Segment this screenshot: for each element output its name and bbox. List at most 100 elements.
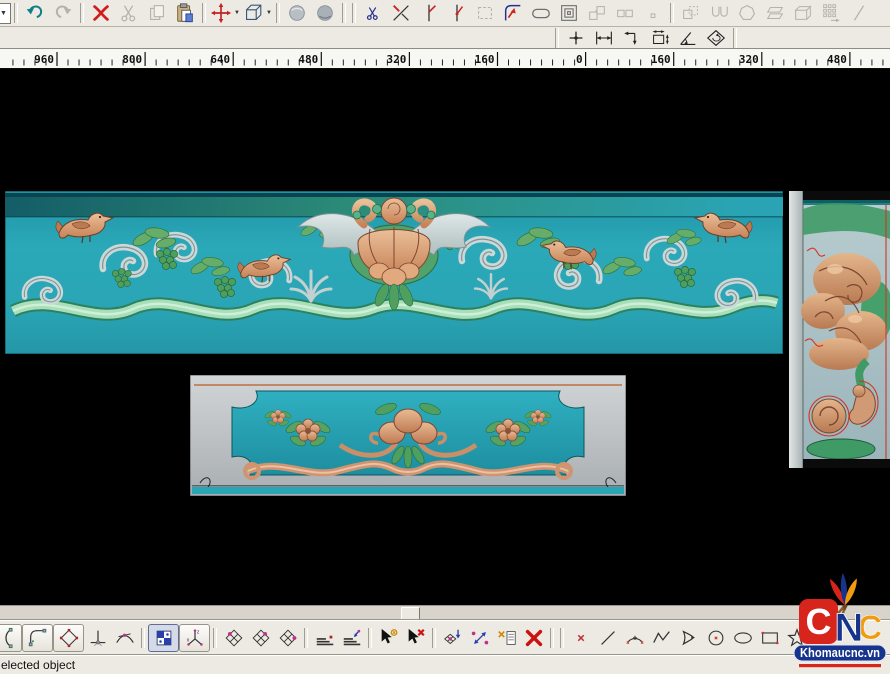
facet-dot-right-icon — [277, 627, 299, 649]
facet-arrow-down-button[interactable] — [439, 624, 466, 652]
concentric-squares-button[interactable] — [555, 2, 583, 24]
pick-list-button[interactable] — [493, 624, 520, 652]
trim-cross-button[interactable] — [387, 2, 415, 24]
facet-dot-tl-button[interactable] — [220, 624, 247, 652]
toolbar-separator — [550, 628, 554, 648]
layer-arrow-button[interactable] — [338, 624, 365, 652]
draw-curve-button[interactable] — [675, 624, 702, 652]
polygon-7-icon — [736, 2, 758, 24]
arc-segment-button[interactable] — [0, 624, 22, 652]
toolbar-separator — [141, 628, 145, 648]
toolbar-separator — [555, 28, 559, 48]
toolbar-bottom: zx — [0, 620, 890, 655]
mirror-pair-button[interactable] — [705, 2, 733, 24]
copy-pages-button[interactable] — [143, 2, 171, 24]
paste-clipboard-button[interactable] — [171, 2, 199, 24]
view-cube-button[interactable]: ▼ — [241, 2, 273, 24]
checker-grid-button[interactable] — [148, 624, 179, 652]
dims-rect-button[interactable] — [646, 27, 674, 49]
tangent-point-button[interactable] — [111, 624, 138, 652]
facet-dot-tr-button[interactable] — [247, 624, 274, 652]
rotate-diamond-button[interactable] — [702, 27, 730, 49]
copy-pages-icon — [146, 2, 168, 24]
draw-point-icon — [570, 627, 592, 649]
undo-button[interactable] — [21, 2, 49, 24]
corner-nodes-icon — [27, 627, 49, 649]
oblong-icon — [530, 2, 552, 24]
fillet-corner-button[interactable] — [499, 2, 527, 24]
toolbar-separator — [213, 628, 217, 648]
scissors-mini-button[interactable] — [359, 2, 387, 24]
draw-curve-icon — [678, 627, 700, 649]
square-dot-button[interactable] — [639, 2, 667, 24]
redo-icon — [52, 2, 74, 24]
transform-move-button[interactable]: ▼ — [209, 2, 241, 24]
split-line-dot-button[interactable] — [443, 2, 471, 24]
draw-ellipse-button[interactable] — [729, 624, 756, 652]
corner-nodes-button[interactable] — [22, 624, 53, 652]
array-grid-button[interactable] — [817, 2, 845, 24]
sphere-dark-button[interactable] — [311, 2, 339, 24]
box-3d-button[interactable] — [789, 2, 817, 24]
group-squares-button[interactable] — [583, 2, 611, 24]
design-canvas[interactable] — [0, 69, 890, 605]
relief-render-zoom-detail[interactable] — [789, 191, 890, 468]
layer-base-icon — [314, 627, 336, 649]
svg-text:160: 160 — [475, 53, 495, 66]
facet-dot-right-button[interactable] — [274, 624, 301, 652]
pick-list-icon — [496, 627, 518, 649]
redo-button[interactable] — [49, 2, 77, 24]
combo-box-partial[interactable]: ▼ — [0, 3, 11, 24]
parallelograms-button[interactable] — [761, 2, 789, 24]
cursor-node-icon — [378, 627, 400, 649]
draw-line-button[interactable] — [594, 624, 621, 652]
axes-xz-button[interactable]: zx — [179, 624, 210, 652]
dist-path-button[interactable] — [618, 27, 646, 49]
draw-point-button[interactable] — [567, 624, 594, 652]
cursor-delete-button[interactable] — [402, 624, 429, 652]
point-cross-button[interactable] — [562, 27, 590, 49]
horizontal-scrollbar[interactable] — [0, 605, 890, 621]
squares-pair-button[interactable] — [611, 2, 639, 24]
copy-offset-button[interactable] — [677, 2, 705, 24]
scrollbar-thumb[interactable] — [401, 607, 420, 621]
sphere-dark-icon — [314, 2, 336, 24]
dist-horizontal-icon — [593, 27, 615, 49]
diamond-handles-button[interactable] — [53, 624, 84, 652]
draw-line-icon — [597, 627, 619, 649]
rect-dashed-button[interactable] — [471, 2, 499, 24]
sphere-shaded-icon — [286, 2, 308, 24]
relief-render-main[interactable] — [5, 191, 783, 354]
sphere-shaded-button[interactable] — [283, 2, 311, 24]
svg-text:320: 320 — [739, 53, 759, 66]
delete-red-button[interactable] — [87, 2, 115, 24]
draw-circle-icon — [705, 627, 727, 649]
axes-xz-icon: zx — [184, 627, 206, 649]
dist-horizontal-button[interactable] — [590, 27, 618, 49]
cut-scissors-button[interactable] — [115, 2, 143, 24]
copy-offset-icon — [680, 2, 702, 24]
normal-axis-button[interactable] — [84, 624, 111, 652]
angle-measure-icon — [677, 27, 699, 49]
dropdown-caret-icon: ▼ — [234, 10, 240, 16]
ruler-ticks: 9608006404803201600160320480 — [0, 49, 890, 68]
relief-render-front-panel[interactable] — [190, 375, 626, 496]
draw-polyline-icon — [651, 627, 673, 649]
layer-base-button[interactable] — [311, 624, 338, 652]
cnc-logo: C C N Khomaucnc.vn — [793, 571, 889, 669]
draw-arc-button[interactable] — [621, 624, 648, 652]
polygon-7-button[interactable] — [733, 2, 761, 24]
group-squares-icon — [586, 2, 608, 24]
oblong-button[interactable] — [527, 2, 555, 24]
draw-rect-button[interactable] — [756, 624, 783, 652]
toolbar-separator — [733, 28, 737, 48]
angle-measure-button[interactable] — [674, 27, 702, 49]
draw-polyline-button[interactable] — [648, 624, 675, 652]
delete-bold-button[interactable] — [520, 624, 547, 652]
nodes-arrows-button[interactable] — [466, 624, 493, 652]
draw-circle-button[interactable] — [702, 624, 729, 652]
cursor-node-button[interactable] — [375, 624, 402, 652]
slash-line-button[interactable] — [845, 2, 873, 24]
split-line-button[interactable] — [415, 2, 443, 24]
cursor-delete-icon — [405, 627, 427, 649]
